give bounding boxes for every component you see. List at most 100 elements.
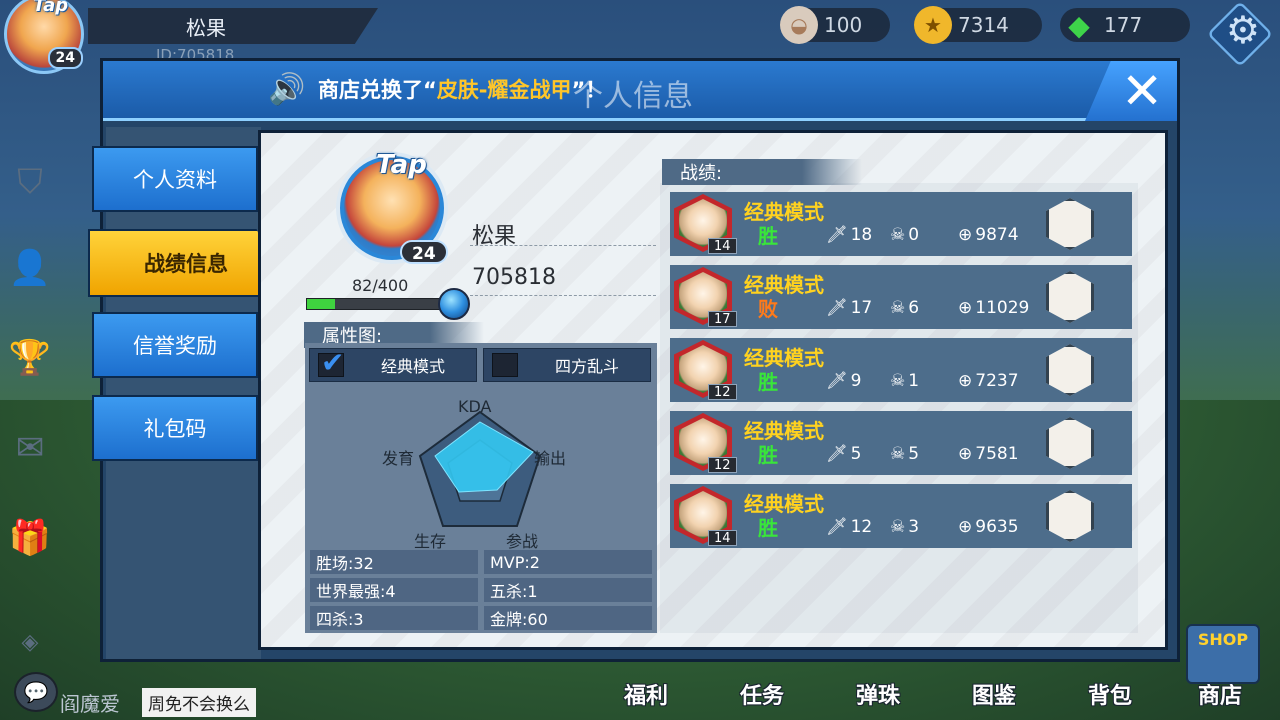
kills-stat: 🗡 12	[826, 517, 872, 537]
score-value: 7581	[975, 444, 1019, 464]
record-result: 胜	[758, 443, 778, 467]
check-icon: ✔	[321, 346, 345, 379]
tab-profile[interactable]: 个人资料	[92, 146, 258, 212]
ticker-suffix: ”！	[571, 78, 607, 102]
score-stat: ⊕ 7581	[958, 444, 1019, 464]
hero-level: 14	[708, 238, 737, 254]
deaths-stat: ☠ 5	[890, 444, 919, 464]
tab-gift-code[interactable]: 礼包码	[92, 395, 258, 461]
score-value: 11029	[975, 298, 1030, 318]
coin-small-icon: ⊕	[958, 371, 973, 391]
hero-level: 12	[708, 384, 737, 400]
gem-plus-icon[interactable]: ◆	[1060, 6, 1098, 44]
stat-wins: 胜场:32	[310, 550, 478, 574]
record-mode: 经典模式	[744, 346, 824, 370]
gem-count: 177	[1104, 13, 1143, 37]
mode-label: 四方乱斗	[554, 357, 619, 376]
stat-penta-kill: 五杀:1	[484, 578, 652, 602]
coin-small-icon: ⊕	[958, 298, 973, 318]
gift-icon[interactable]: 🎁	[8, 516, 52, 560]
nav-marbles[interactable]: 弹珠	[856, 678, 900, 710]
deaths-value: 1	[908, 371, 920, 391]
stat-gold-medal: 金牌:60	[484, 606, 652, 630]
nav-collection[interactable]: 图鉴	[972, 678, 1016, 710]
nav-welfare[interactable]: 福利	[624, 678, 668, 710]
coin-icon: ★	[914, 6, 952, 44]
pet-badge-icon	[1046, 271, 1094, 323]
kills-value: 5	[850, 444, 862, 464]
nav-tasks[interactable]: 任务	[740, 678, 784, 710]
coin-count: 7314	[958, 13, 1009, 37]
checkbox-checked[interactable]: ✔	[318, 346, 344, 379]
record-result: 胜	[758, 516, 778, 540]
profile-tap-logo: Tap	[376, 150, 427, 180]
rank-icon[interactable]: ◈	[8, 620, 52, 664]
player-avatar-top[interactable]: Tap 24	[4, 0, 84, 74]
radar-label-growth: 发育	[382, 449, 415, 468]
pet-badge-icon	[1046, 417, 1094, 469]
record-row[interactable]: 12 经典模式胜 🗡 5 ☠ 5 ⊕ 7581	[670, 411, 1132, 475]
exp-fill	[307, 299, 336, 309]
stat-quadra-kill: 四杀:3	[310, 606, 478, 630]
player-level-badge: 24	[47, 47, 83, 69]
record-result: 胜	[758, 370, 778, 394]
record-mode: 经典模式	[744, 419, 824, 443]
close-button[interactable]: ✕	[1085, 61, 1177, 121]
score-stat: ⊕ 9874	[958, 225, 1019, 245]
exp-text: 82/400	[352, 276, 409, 295]
radar-label-survival: 生存	[414, 532, 447, 551]
hero-level: 17	[708, 311, 737, 327]
friends-icon[interactable]: 👤	[8, 246, 52, 290]
exp-bar	[306, 298, 446, 310]
nav-bag[interactable]: 背包	[1088, 678, 1132, 710]
ticker-item: 皮肤-耀金战甲	[436, 78, 572, 102]
gear-icon[interactable]: ⚙	[1226, 8, 1260, 52]
record-row[interactable]: 14 经典模式胜 🗡 18 ☠ 0 ⊕ 9874	[670, 192, 1132, 256]
chat-message[interactable]: 周免不会换么	[142, 688, 256, 717]
shield-icon[interactable]: ⛉	[8, 160, 52, 204]
skull-icon: ☠	[890, 225, 906, 245]
close-icon[interactable]: ✕	[1121, 62, 1163, 120]
panel-header: 个人信息 ✕	[103, 61, 1177, 121]
mode-toggle-brawl[interactable]: 四方乱斗	[483, 348, 651, 382]
gem-currency[interactable]: ◆ 177	[1060, 8, 1190, 42]
record-header: 战绩:	[662, 159, 862, 185]
record-row[interactable]: 17 经典模式败 🗡 17 ☠ 6 ⊕ 11029	[670, 265, 1132, 329]
trophy-icon[interactable]: 🏆	[8, 336, 52, 380]
player-name-bar	[88, 8, 378, 44]
stat-mvp: MVP:2	[484, 550, 652, 574]
radar-chart	[418, 410, 542, 527]
kills-value: 12	[850, 517, 873, 537]
record-mode: 经典模式	[744, 200, 824, 224]
mode-toggle-classic[interactable]: ✔ 经典模式	[309, 346, 477, 382]
exp-orb-icon	[438, 288, 470, 320]
kills-value: 9	[850, 371, 862, 391]
top-bar: Tap 24 松果 ID:705818 ◒ 100 ★ 7314 ◆ 177 ⚙	[0, 0, 1280, 74]
hero-level: 14	[708, 530, 737, 546]
tab-credit-reward[interactable]: 信誉奖励	[92, 312, 258, 378]
record-row[interactable]: 12 经典模式胜 🗡 9 ☠ 1 ⊕ 7237	[670, 338, 1132, 402]
hero-level: 12	[708, 457, 737, 473]
chat-icon[interactable]: 💬	[14, 672, 58, 712]
radar-label-participation: 参战	[506, 532, 539, 551]
skull-icon: ☠	[890, 298, 906, 318]
radar-label-output: 输出	[534, 449, 567, 468]
kills-value: 17	[850, 298, 873, 318]
record-row[interactable]: 14 经典模式胜 🗡 12 ☠ 3 ⊕ 9635	[670, 484, 1132, 548]
coin-small-icon: ⊕	[958, 444, 973, 464]
tab-battle-record[interactable]: 战绩信息	[88, 229, 284, 297]
mode-label: 经典模式	[380, 357, 445, 376]
bottom-nav: 福利 任务 弹珠 图鉴 背包 商店	[600, 672, 1280, 720]
kills-value: 18	[850, 225, 873, 245]
sword-icon: 🗡	[826, 371, 848, 391]
pet-badge-icon	[1046, 490, 1094, 542]
kills-stat: 🗡 5	[826, 444, 861, 464]
mail-icon[interactable]: ✉	[8, 426, 52, 470]
checkbox-unchecked[interactable]	[492, 353, 518, 377]
shop-chest-icon[interactable]: SHOP	[1186, 624, 1260, 684]
divider	[470, 245, 656, 246]
record-result: 败	[758, 297, 778, 321]
pet-badge-icon	[1046, 198, 1094, 250]
shell-currency: ◒ 100	[780, 6, 890, 44]
deaths-value: 0	[908, 225, 920, 245]
